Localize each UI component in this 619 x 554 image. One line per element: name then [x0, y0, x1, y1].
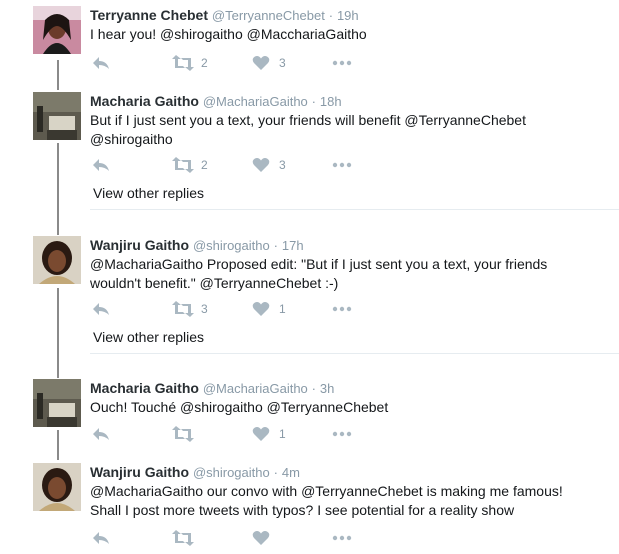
- heart-icon: [252, 531, 270, 545]
- separator: ·: [273, 238, 278, 253]
- author-handle[interactable]: @MachariaGaitho: [203, 94, 308, 109]
- author-handle[interactable]: @MachariaGaitho: [203, 381, 308, 396]
- retweet-icon: [172, 301, 194, 317]
- tweet-header: Macharia Gaitho @MachariaGaitho · 3h: [90, 379, 334, 398]
- author-name[interactable]: Macharia Gaitho: [90, 380, 199, 396]
- separator: ·: [311, 381, 317, 396]
- avatar[interactable]: [33, 6, 81, 54]
- timestamp[interactable]: 18h: [320, 94, 342, 109]
- more-icon: [332, 431, 352, 437]
- tweet[interactable]: Wanjiru Gaitho @shirogaitho · 4m @Machar…: [0, 463, 619, 554]
- tweet-text: @MachariaGaitho our convo with @Terryann…: [90, 483, 563, 518]
- reply-icon: [93, 159, 109, 171]
- timestamp[interactable]: 17h: [282, 238, 304, 253]
- heart-icon: [252, 158, 270, 172]
- reply-icon: [93, 428, 109, 440]
- author-name[interactable]: Terryanne Chebet: [90, 7, 208, 23]
- heart-icon: [252, 302, 270, 316]
- separator: ·: [328, 8, 334, 23]
- tweet-header: Macharia Gaitho @MachariaGaitho · 18h: [90, 92, 342, 111]
- tweet-text: @MachariaGaitho Proposed edit: "But if I…: [90, 256, 548, 291]
- retweet-icon: [172, 55, 194, 71]
- avatar[interactable]: [33, 236, 81, 284]
- tweet-header: Terryanne Chebet @TerryanneChebet · 19h: [90, 6, 359, 25]
- tweet-text: But if I just sent you a text, your frie…: [90, 112, 526, 147]
- timestamp[interactable]: 3h: [320, 381, 334, 396]
- like-count: 1: [279, 302, 286, 316]
- heart-icon: [252, 427, 270, 441]
- timestamp[interactable]: 4m: [282, 465, 300, 480]
- like-count: 1: [279, 427, 286, 441]
- reply-icon: [93, 57, 109, 69]
- reply-icon: [93, 303, 109, 315]
- tweet-header: Wanjiru Gaitho @shirogaitho · 4m: [90, 463, 300, 482]
- tweet[interactable]: Macharia Gaitho @MachariaGaitho · 18h Bu…: [0, 92, 619, 212]
- more-icon: [332, 535, 352, 541]
- avatar[interactable]: [33, 379, 81, 427]
- retweet-icon: [172, 157, 194, 173]
- heart-icon: [252, 56, 270, 70]
- reply-icon: [93, 532, 109, 544]
- tweet-text: Ouch! Touché @shirogaitho @TerryanneCheb…: [90, 399, 389, 415]
- author-name[interactable]: Wanjiru Gaitho: [90, 464, 189, 480]
- separator: ·: [311, 94, 317, 109]
- tweet[interactable]: Terryanne Chebet @TerryanneChebet · 19h …: [0, 6, 619, 86]
- like-count: 3: [279, 158, 286, 172]
- tweet-text: I hear you! @shirogaitho @MacchariaGaith…: [90, 26, 367, 42]
- more-icon: [332, 60, 352, 66]
- retweet-icon: [172, 426, 194, 442]
- author-name[interactable]: Wanjiru Gaitho: [90, 237, 189, 253]
- avatar[interactable]: [33, 92, 81, 140]
- tweet[interactable]: Wanjiru Gaitho @shirogaitho · 17h @Macha…: [0, 236, 619, 356]
- more-icon: [332, 162, 352, 168]
- view-other-replies-link[interactable]: View other replies: [93, 185, 204, 201]
- tweet[interactable]: Macharia Gaitho @MachariaGaitho · 3h Ouc…: [0, 379, 619, 449]
- author-name[interactable]: Macharia Gaitho: [90, 93, 199, 109]
- retweet-count: 2: [201, 56, 208, 70]
- view-other-replies-link[interactable]: View other replies: [93, 329, 204, 345]
- divider: [90, 209, 619, 210]
- more-icon: [332, 306, 352, 312]
- tweet-header: Wanjiru Gaitho @shirogaitho · 17h: [90, 236, 304, 255]
- avatar[interactable]: [33, 463, 81, 511]
- author-handle[interactable]: @shirogaitho: [193, 465, 270, 480]
- timestamp[interactable]: 19h: [337, 8, 359, 23]
- retweet-count: 2: [201, 158, 208, 172]
- author-handle[interactable]: @shirogaitho: [193, 238, 270, 253]
- retweet-count: 3: [201, 302, 208, 316]
- author-handle[interactable]: @TerryanneChebet: [212, 8, 325, 23]
- separator: ·: [273, 465, 278, 480]
- divider: [90, 353, 619, 354]
- retweet-icon: [172, 530, 194, 546]
- like-count: 3: [279, 56, 286, 70]
